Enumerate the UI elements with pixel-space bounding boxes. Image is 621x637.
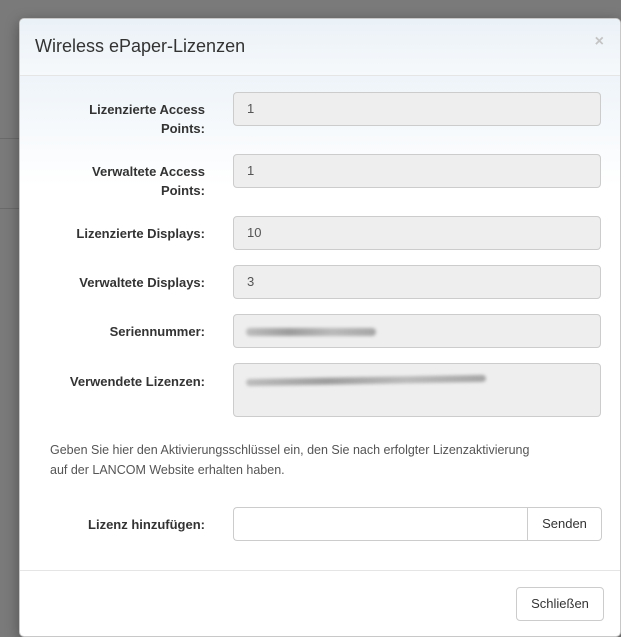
managed-displays-field: 3 [233, 265, 601, 299]
license-key-input[interactable] [233, 507, 528, 541]
licensed-displays-field: 10 [233, 216, 601, 250]
add-license-group: Senden [233, 507, 602, 541]
licensed-access-points-field: 1 [233, 92, 601, 126]
redacted-licenses [245, 374, 487, 387]
redacted-serial [246, 328, 376, 336]
managed-access-points-label: Verwaltete Access Points: [92, 164, 205, 198]
licensed-access-points-label: Lizenzierte Access Points: [89, 102, 205, 136]
serial-number-field [233, 314, 601, 348]
close-icon[interactable]: × [595, 33, 604, 51]
managed-displays-label: Verwaltete Displays: [79, 275, 205, 290]
used-licenses-label: Verwendete Lizenzen: [69, 374, 205, 389]
serial-number-label: Seriennummer: [109, 324, 205, 339]
modal-footer: Schließen [20, 570, 620, 636]
close-button[interactable]: Schließen [516, 587, 604, 621]
modal-header: Wireless ePaper-Lizenzen × [20, 19, 620, 76]
licensed-displays-label: Lizenzierte Displays: [76, 226, 205, 241]
add-license-label: Lizenz hinzufügen: [88, 517, 205, 532]
managed-access-points-field: 1 [233, 154, 601, 188]
modal-title: Wireless ePaper-Lizenzen [35, 36, 246, 56]
license-modal: Wireless ePaper-Lizenzen × Lizenzierte A… [19, 18, 621, 637]
used-licenses-field [233, 363, 601, 417]
help-text: Geben Sie hier den Aktivierungsschlüssel… [50, 443, 530, 477]
send-button[interactable]: Senden [527, 507, 602, 541]
